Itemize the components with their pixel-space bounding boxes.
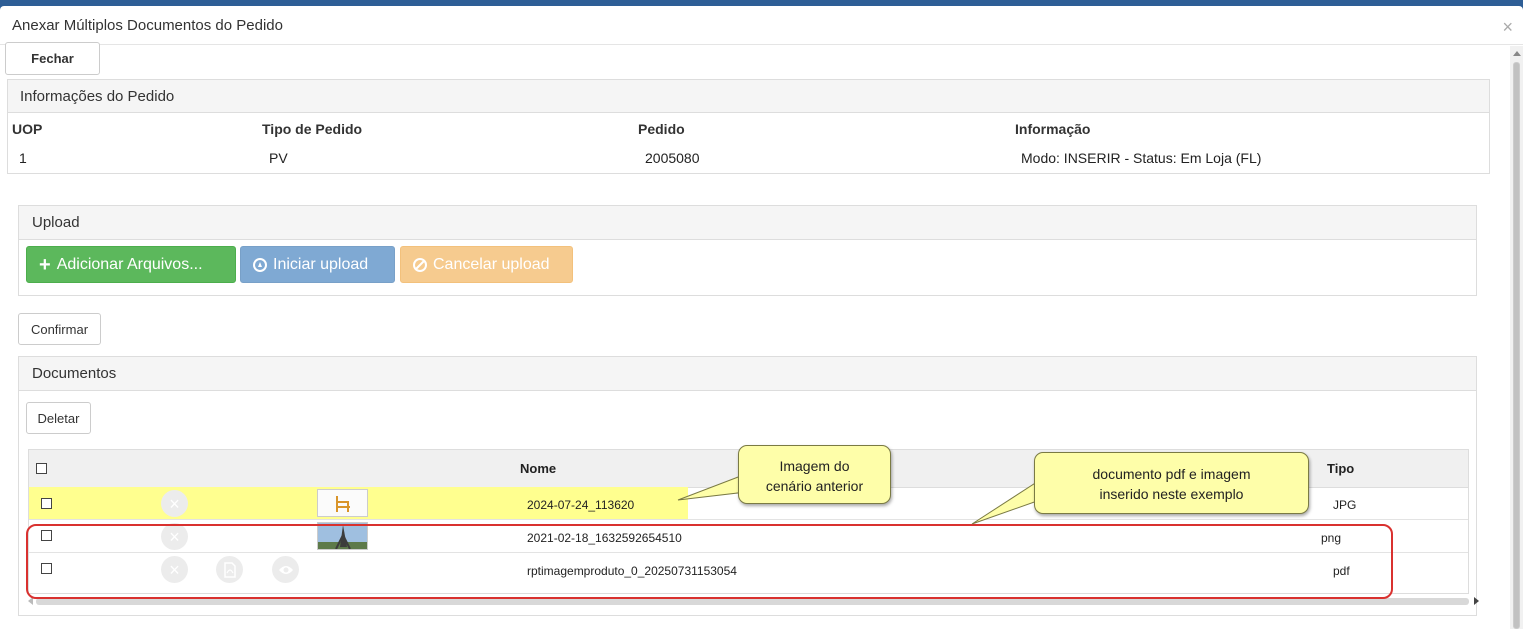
- plus-icon: +: [39, 253, 51, 276]
- row-checkbox[interactable]: [41, 498, 52, 509]
- x-circle-icon[interactable]: ×: [161, 490, 188, 517]
- file-type: JPG: [1333, 498, 1357, 512]
- order-type-value: PV: [269, 150, 288, 166]
- select-all-checkbox[interactable]: [36, 463, 47, 474]
- callout-new-documents: documento pdf e imagem inserido neste ex…: [1034, 452, 1309, 514]
- add-files-label: Adicionar Arquivos...: [56, 255, 203, 273]
- modal-header: Anexar Múltiplos Documentos do Pedido ×: [0, 6, 1523, 45]
- start-upload-label: Iniciar upload: [273, 255, 369, 273]
- vertical-scrollbar[interactable]: [1510, 46, 1523, 629]
- callout-2-line-1: documento pdf e imagem: [1092, 466, 1251, 482]
- file-name: 2024-07-24_113620: [527, 498, 635, 512]
- uop-value: 1: [19, 150, 27, 166]
- upload-title: Upload: [32, 214, 80, 231]
- upload-circle-icon: [253, 257, 267, 272]
- information-value: Modo: INSERIR - Status: Em Loja (FL): [1021, 150, 1262, 166]
- order-info-panel: Informações do Pedido: [7, 79, 1490, 174]
- callout-previous-image: Imagem do cenário anterior: [738, 445, 891, 504]
- callout-1-line-1: Imagem do: [779, 458, 850, 474]
- information-header: Informação: [1015, 121, 1091, 137]
- fechar-button[interactable]: Fechar: [5, 42, 100, 75]
- add-files-button[interactable]: + Adicionar Arquivos...: [26, 246, 236, 283]
- order-value: 2005080: [645, 150, 700, 166]
- ban-icon: [413, 257, 427, 272]
- deletar-button[interactable]: Deletar: [26, 402, 91, 434]
- scroll-up-icon[interactable]: [1513, 51, 1521, 56]
- callout-1-line-2: cenário anterior: [765, 478, 864, 494]
- order-type-header: Tipo de Pedido: [262, 121, 363, 137]
- horizontal-scrollbar[interactable]: [36, 598, 1469, 605]
- callout-2-line-2: inserido neste exemplo: [1099, 486, 1244, 502]
- cancel-upload-label: Cancelar upload: [433, 255, 550, 273]
- uop-header: UOP: [12, 121, 43, 137]
- upload-panel: Upload: [18, 205, 1477, 296]
- annotation-highlight-box: [26, 524, 1393, 599]
- scrollbar-thumb[interactable]: [1513, 62, 1520, 629]
- chair-image: [318, 490, 367, 516]
- order-info-title: Informações do Pedido: [20, 88, 175, 105]
- start-upload-button[interactable]: Iniciar upload: [240, 246, 395, 283]
- order-header: Pedido: [638, 121, 685, 137]
- confirmar-button[interactable]: Confirmar: [18, 313, 101, 345]
- column-tipo[interactable]: Tipo: [1327, 461, 1354, 476]
- modal-title: Anexar Múltiplos Documentos do Pedido: [12, 17, 283, 34]
- column-nome[interactable]: Nome: [520, 461, 556, 476]
- order-info-header: Informações do Pedido: [8, 80, 1489, 113]
- cancel-upload-button[interactable]: Cancelar upload: [400, 246, 573, 283]
- scroll-right-icon[interactable]: [1474, 597, 1479, 605]
- documents-header: Documentos: [19, 357, 1476, 391]
- chair-thumbnail[interactable]: [317, 489, 368, 517]
- upload-header: Upload: [19, 206, 1476, 240]
- documents-title: Documentos: [32, 365, 117, 382]
- close-icon[interactable]: ×: [1502, 18, 1513, 36]
